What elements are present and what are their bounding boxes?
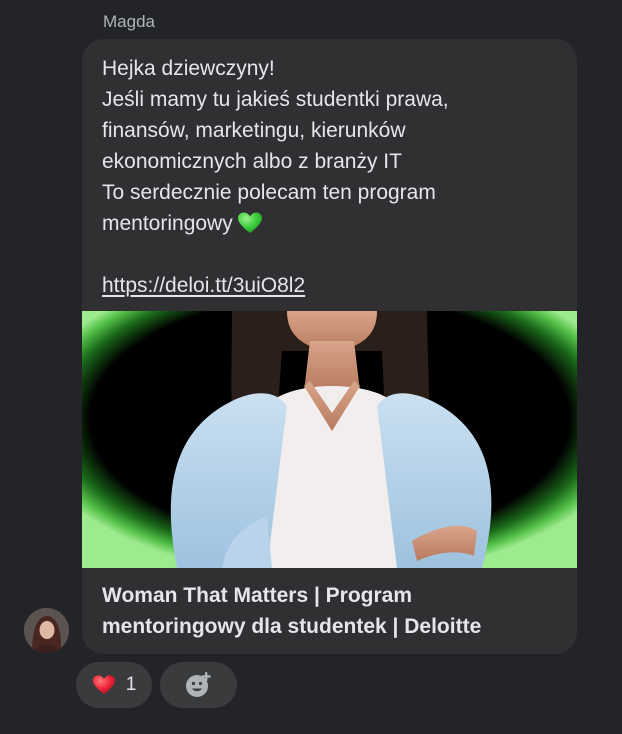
- sender-name: Magda: [103, 12, 155, 31]
- add-reaction-icon: [185, 672, 211, 697]
- message-line: mentoringowy: [102, 212, 233, 235]
- reaction-count: 1: [125, 674, 137, 695]
- message-line: Jeśli mamy tu jakieś studentki prawa,: [102, 88, 449, 111]
- message-bubble[interactable]: Hejka dziewczyny! Jeśli mamy tu jakieś s…: [82, 39, 577, 654]
- green-heart-icon: [237, 212, 262, 233]
- message-line: ekonomicznych albo z branży IT: [102, 150, 402, 173]
- link-preview-image[interactable]: [82, 311, 577, 568]
- preview-title-line: Woman That Matters | Program: [102, 584, 413, 607]
- message-line: To serdecznie polecam ten program: [102, 181, 436, 204]
- woman-photo-image: [82, 311, 577, 568]
- link-preview-title[interactable]: Woman That Matters | Program mentoringow…: [102, 580, 562, 642]
- heart-reaction-button[interactable]: 1: [76, 662, 152, 708]
- chat-page: Magda Hejka dziewczyny! Jeśli mamy tu ja…: [0, 0, 622, 734]
- message-line: finansów, marketingu, kierunków: [102, 119, 406, 142]
- message-line-last: mentoringowy: [102, 208, 562, 239]
- add-reaction-button[interactable]: [160, 662, 237, 708]
- line-spacer: [102, 239, 562, 270]
- preview-title-line: mentoringowy dla studentek | Deloitte: [102, 615, 482, 638]
- avatar[interactable]: [24, 608, 69, 653]
- message-text: Hejka dziewczyny! Jeśli mamy tu jakieś s…: [102, 53, 562, 301]
- avatar-image: [24, 608, 69, 653]
- message-link[interactable]: https://deloi.tt/3uiO8l2: [102, 270, 562, 301]
- red-heart-icon: [92, 675, 115, 695]
- message-line: Hejka dziewczyny!: [102, 57, 275, 80]
